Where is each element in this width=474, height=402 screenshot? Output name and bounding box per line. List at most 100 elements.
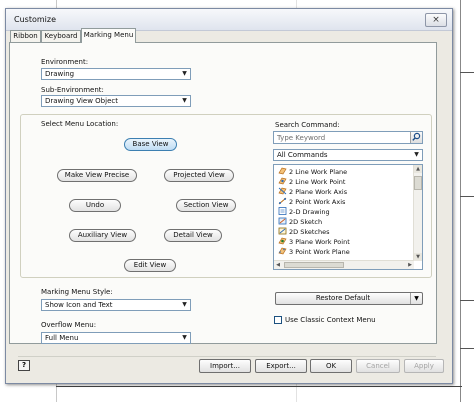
command-filter-value: All Commands [277, 151, 328, 159]
list-item[interactable]: 2 Point Work Axis [278, 197, 345, 207]
button-label: Section View [183, 201, 229, 209]
close-icon: × [432, 15, 440, 25]
restore-default-button[interactable]: Restore Default ▼ [275, 292, 423, 305]
window-title: Customize [14, 15, 56, 24]
menu-location-left-mid-button[interactable]: Undo [69, 199, 121, 212]
export-button[interactable]: Export... [255, 359, 307, 373]
list-item[interactable]: 2 Plane Work Axis [278, 187, 347, 197]
work-axis-icon [278, 187, 287, 195]
overflow-menu-label: Overflow Menu: [41, 321, 97, 329]
overflow-menu-dropdown[interactable]: Full Menu ▼ [41, 332, 191, 344]
scroll-right-icon[interactable]: ▶ [406, 261, 414, 269]
cancel-button[interactable]: Cancel [356, 359, 400, 373]
classic-context-menu-checkbox[interactable] [274, 316, 282, 324]
import-button[interactable]: Import... [199, 359, 251, 373]
menu-location-left-bottom-button[interactable]: Auxiliary View [69, 229, 136, 242]
search-input[interactable]: Type Keyword [273, 131, 423, 144]
horizontal-scrollbar[interactable]: ◀ ▶ [274, 260, 414, 269]
button-label: Undo [85, 201, 105, 209]
command-label: 2D Sketches [289, 228, 330, 236]
button-label: Cancel [366, 362, 390, 370]
chevron-down-icon: ▼ [414, 151, 419, 158]
command-label: 2D Sketch [289, 218, 323, 226]
command-label: 2-D Drawing [289, 208, 330, 216]
sketches-icon [278, 227, 287, 235]
background-tick [460, 72, 474, 73]
button-label: Import... [210, 362, 240, 370]
button-label: Apply [414, 362, 434, 370]
background-line [56, 386, 462, 387]
menu-location-right-mid-button[interactable]: Section View [176, 199, 236, 212]
chevron-down-icon: ▼ [182, 97, 187, 104]
button-label: Projected View [173, 171, 225, 179]
list-item[interactable]: 2D Sketches [278, 227, 330, 237]
button-label: Auxiliary View [77, 231, 128, 239]
command-list[interactable]: 2 Line Work Plane 2 Line Work Point 2 Pl… [273, 164, 423, 270]
overflow-menu-value: Full Menu [45, 334, 79, 342]
work-axis-icon [278, 197, 287, 205]
chevron-down-icon: ▼ [182, 70, 187, 77]
menu-location-right-bottom-button[interactable]: Detail View [164, 229, 222, 242]
chevron-down-icon: ▼ [182, 301, 187, 308]
tab-marking-menu[interactable]: Marking Menu [81, 28, 136, 43]
help-icon: ? [21, 361, 27, 369]
menu-location-left-top-button[interactable]: Make View Precise [57, 169, 137, 182]
sub-environment-label: Sub-Environment: [41, 86, 104, 94]
search-placeholder: Type Keyword [277, 134, 326, 142]
background-tick [460, 196, 474, 197]
command-label: 2 Line Work Point [289, 178, 346, 186]
list-item[interactable]: 2 Line Work Plane [278, 167, 347, 177]
menu-location-center-button[interactable]: Base View [124, 138, 177, 151]
menu-location-label: Select Menu Location: [41, 120, 119, 128]
button-label: Base View [132, 140, 169, 148]
restore-default-label: Restore Default [315, 294, 371, 302]
command-label: 3 Point Work Plane [289, 248, 350, 256]
work-point-icon [278, 237, 287, 245]
list-item[interactable]: 3 Plane Work Point [278, 237, 350, 247]
scroll-down-icon[interactable]: ▼ [414, 253, 422, 261]
button-label: OK [325, 362, 337, 370]
sketch-icon [278, 217, 287, 225]
command-filter-dropdown[interactable]: All Commands ▼ [273, 149, 423, 161]
marking-menu-style-dropdown[interactable]: Show Icon and Text ▼ [41, 299, 191, 311]
command-label: 2 Point Work Axis [289, 198, 346, 206]
command-label: 3 Plane Work Point [289, 238, 350, 246]
environment-label: Environment: [41, 58, 89, 66]
button-label: Make View Precise [64, 171, 130, 179]
ok-button[interactable]: OK [310, 359, 352, 373]
scroll-left-icon[interactable]: ◀ [274, 261, 282, 269]
button-label: Detail View [173, 231, 213, 239]
search-button[interactable] [410, 132, 422, 143]
drawing-icon [278, 207, 287, 215]
sub-environment-dropdown[interactable]: Drawing View Object ▼ [41, 95, 191, 107]
scroll-thumb[interactable] [284, 262, 344, 268]
list-item[interactable]: 2-D Drawing [278, 207, 330, 217]
tab-label: Ribbon [13, 32, 38, 40]
menu-location-bottom-button[interactable]: Edit View [124, 259, 176, 272]
scroll-up-icon[interactable]: ▲ [414, 165, 422, 173]
chevron-down-icon[interactable]: ▼ [410, 293, 422, 304]
list-item[interactable]: 2 Line Work Point [278, 177, 345, 187]
work-point-icon [278, 177, 287, 185]
environment-value: Drawing [45, 70, 75, 78]
marking-menu-style-value: Show Icon and Text [45, 301, 113, 309]
list-item[interactable]: 2D Sketch [278, 217, 322, 227]
chevron-down-icon: ▼ [182, 334, 187, 341]
button-label: Edit View [133, 261, 167, 269]
apply-button[interactable]: Apply [404, 359, 444, 373]
tab-label: Marking Menu [83, 31, 134, 39]
environment-dropdown[interactable]: Drawing ▼ [41, 68, 191, 80]
vertical-scrollbar[interactable]: ▲ ▼ [413, 165, 422, 261]
background-tick [460, 300, 474, 301]
help-button[interactable]: ? [18, 360, 30, 371]
work-plane-icon [278, 247, 287, 255]
footer-divider [18, 356, 436, 357]
list-item[interactable]: 3 Point Work Plane [278, 247, 350, 257]
button-label: Export... [266, 362, 296, 370]
background-tick [460, 348, 474, 349]
menu-location-right-top-button[interactable]: Projected View [164, 169, 234, 182]
close-button[interactable]: × [425, 13, 447, 27]
search-icon [412, 132, 421, 141]
title-bar[interactable]: Customize × [6, 9, 452, 31]
scroll-thumb[interactable] [414, 176, 422, 190]
